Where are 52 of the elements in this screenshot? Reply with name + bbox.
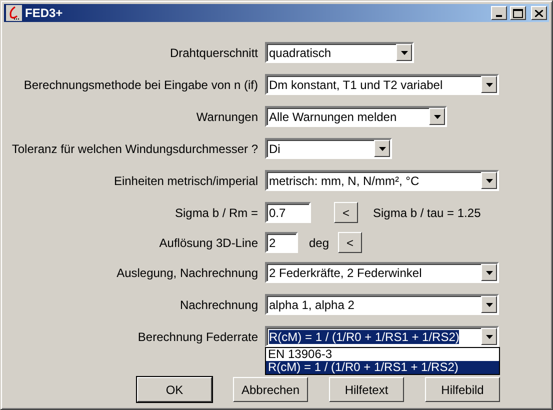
input-field[interactable]: 2 <box>265 232 298 253</box>
close-icon <box>535 10 543 16</box>
field-label: Nachrechnung <box>178 298 258 312</box>
ratio-text: Sigma b / tau = 1.25 <box>373 206 481 220</box>
dropdown[interactable]: 2 Federkräfte, 2 Federwinkel <box>265 262 499 283</box>
dropdown-arrow-button[interactable] <box>481 328 497 345</box>
dropdown[interactable]: Di <box>265 138 392 159</box>
close-button[interactable] <box>531 6 547 20</box>
dropdown-arrow-icon <box>378 146 386 150</box>
maximize-icon <box>513 8 523 18</box>
dropdown-arrow-button[interactable] <box>481 264 497 281</box>
field-label: Warnungen <box>195 110 258 124</box>
dropdown-arrow-icon <box>486 302 492 306</box>
dropdown-arrow-icon <box>400 50 408 54</box>
unit-label: deg <box>309 236 330 250</box>
dialog-button[interactable]: Abbrechen <box>233 377 308 402</box>
field-label: Einheiten metrisch/imperial <box>112 174 258 188</box>
dropdown-arrow-icon <box>434 114 440 118</box>
field-label: Toleranz für welchen Windungsdurchmesser ? <box>10 142 258 156</box>
app-icon <box>6 5 22 21</box>
field-label: Berechnungsmethode bei Eingabe von n (if) <box>22 78 258 92</box>
dropdown-arrow-button[interactable] <box>396 44 412 61</box>
input-field[interactable]: 0.7 <box>265 202 311 223</box>
window-title: FED3+ <box>25 6 64 20</box>
dropdown[interactable]: alpha 1, alpha 2 <box>265 294 499 315</box>
dropdown-arrow-icon <box>486 82 492 86</box>
dropdown-arrow-icon <box>486 334 492 338</box>
dropdown[interactable]: metrisch: mm, N, N/mm², °C <box>265 170 499 191</box>
arrow-button[interactable]: < <box>334 202 358 223</box>
field-label: Auflösung 3D-Line <box>158 236 258 250</box>
minimize-button[interactable] <box>491 6 507 20</box>
dropdown-arrow-icon <box>486 270 492 274</box>
dropdown-arrow-icon <box>486 178 492 182</box>
dropdown-arrow-button[interactable] <box>481 172 497 189</box>
dropdown-option[interactable]: R(cM) = 1 / (1/R0 + 1/RS1 + 1/RS2) <box>266 361 499 374</box>
field-label: Drahtquerschnitt <box>168 46 258 60</box>
arrow-button[interactable]: < <box>338 232 362 253</box>
maximize-button[interactable] <box>510 6 526 20</box>
field-label: Berechnung Federrate <box>136 330 258 344</box>
dropdown[interactable]: R(cM) = 1 / (1/R0 + 1/RS1 + 1/RS2) <box>265 326 499 347</box>
dialog-button[interactable]: OK <box>137 377 212 402</box>
dropdown[interactable]: Dm konstant, T1 und T2 variabel <box>265 74 499 95</box>
dropdown-arrow-button[interactable] <box>374 140 390 157</box>
dropdown-arrow-button[interactable] <box>481 76 497 93</box>
field-label: Auslegung, Nachrechnung <box>116 266 258 280</box>
dropdown[interactable]: quadratisch <box>265 42 414 63</box>
dialog-button[interactable]: Hilfebild <box>425 377 500 402</box>
dropdown-arrow-button[interactable] <box>481 296 497 313</box>
field-label: Sigma b / Rm = <box>174 206 258 220</box>
dropdown-arrow-button[interactable] <box>429 108 445 125</box>
dropdown[interactable]: Alle Warnungen melden <box>265 106 447 127</box>
dialog-button[interactable]: Hilfetext <box>329 377 404 402</box>
